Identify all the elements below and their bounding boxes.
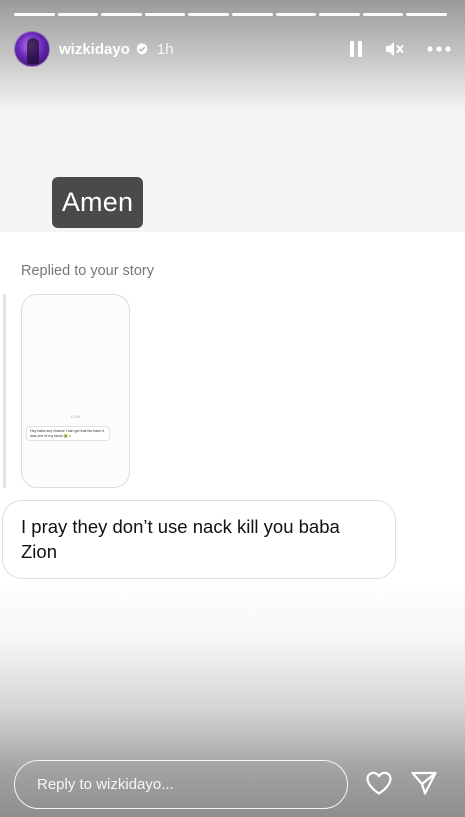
mute-button[interactable]	[385, 40, 405, 58]
progress-segment	[188, 13, 229, 16]
replied-to-story-label: Replied to your story	[21, 263, 154, 279]
progress-segment	[362, 13, 404, 16]
replied-story-thumbnail[interactable]: 12:08 Hey baba any chance I can get that…	[21, 294, 130, 488]
more-dots-icon	[427, 46, 451, 52]
progress-segment	[57, 13, 99, 16]
progress-segment	[101, 13, 142, 16]
reply-quote-line	[3, 294, 6, 488]
progress-segment	[406, 13, 447, 16]
progress-segment	[275, 13, 317, 16]
pause-icon	[350, 41, 362, 57]
story-viewer[interactable]: wizkidayo 1h Amen Replied to your story …	[0, 0, 465, 817]
amen-sticker: Amen	[52, 177, 143, 228]
reply-input[interactable]	[14, 760, 348, 809]
verified-badge-icon	[136, 42, 148, 55]
progress-segment	[144, 13, 186, 16]
heart-icon	[366, 771, 392, 795]
reply-message-bubble: I pray they don’t use nack kill you baba…	[2, 500, 396, 579]
thumbnail-message: Hey baba any chance I can get that bio b…	[26, 426, 110, 441]
username[interactable]: wizkidayo	[59, 41, 130, 58]
share-button[interactable]	[408, 767, 440, 799]
header-actions	[349, 40, 451, 58]
pause-button[interactable]	[349, 40, 363, 58]
like-button[interactable]	[363, 767, 395, 799]
progress-segment	[319, 13, 360, 16]
send-icon	[411, 771, 437, 795]
progress-bar	[14, 13, 447, 16]
speaker-muted-icon	[386, 42, 404, 56]
progress-segment	[231, 13, 273, 16]
more-options-button[interactable]	[427, 46, 451, 52]
post-time: 1h	[156, 40, 174, 58]
story-header: wizkidayo 1h	[14, 30, 451, 68]
progress-segment	[14, 13, 55, 16]
avatar[interactable]	[14, 31, 50, 67]
thumbnail-time: 12:08	[70, 414, 81, 419]
